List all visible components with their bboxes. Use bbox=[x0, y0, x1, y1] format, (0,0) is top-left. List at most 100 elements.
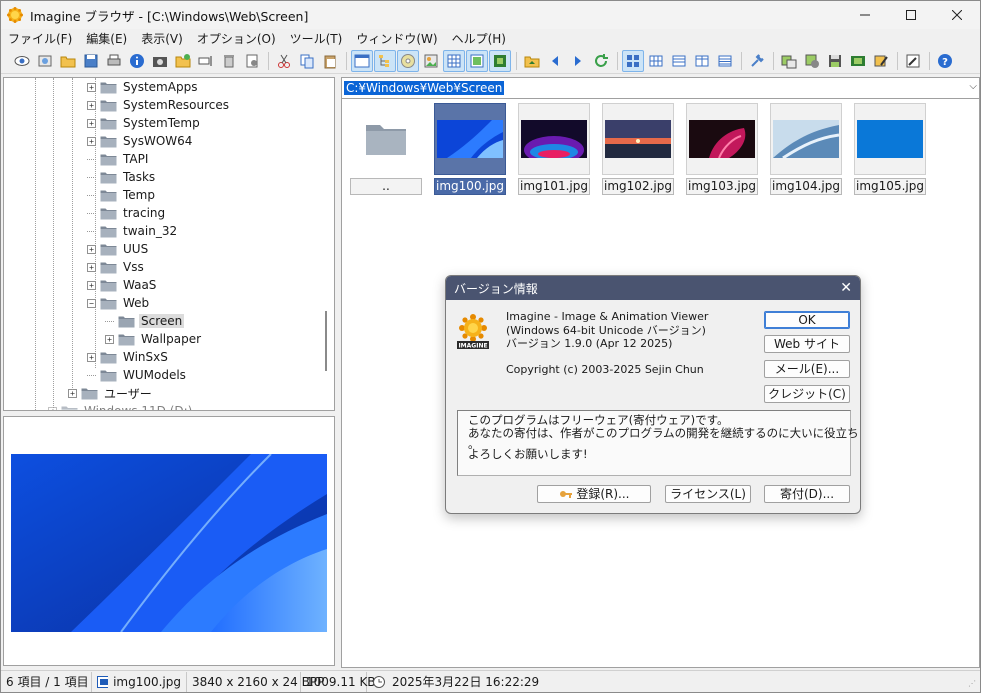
toolbar-info-button[interactable] bbox=[126, 50, 148, 72]
address-path[interactable]: C:¥Windows¥Web¥Screen bbox=[344, 81, 505, 95]
thumbnail-frame[interactable] bbox=[434, 103, 506, 175]
chevron-down-icon[interactable]: ⌵ bbox=[969, 81, 977, 92]
tree-item[interactable]: + SystemResources bbox=[87, 96, 231, 114]
thumbnail-item[interactable]: img101.jpg bbox=[518, 103, 590, 195]
thumbnail-frame[interactable] bbox=[602, 103, 674, 175]
minimize-button[interactable] bbox=[842, 1, 888, 29]
tree-item[interactable]: + WinSxS bbox=[87, 348, 170, 366]
toolbar-panel-button[interactable] bbox=[351, 50, 373, 72]
toolbar-image-button[interactable] bbox=[489, 50, 511, 72]
thumbnail-item[interactable]: .. bbox=[350, 103, 422, 195]
menu-options[interactable]: オプション(O) bbox=[190, 29, 283, 49]
expand-icon[interactable]: + bbox=[87, 82, 96, 92]
credit-button[interactable]: クレジット(C) bbox=[764, 385, 850, 403]
website-button[interactable]: Web サイト bbox=[764, 335, 850, 353]
toolbar-convert-button[interactable] bbox=[778, 50, 800, 72]
address-bar[interactable]: C:¥Windows¥Web¥Screen ⌵ bbox=[341, 77, 980, 99]
tree-scrollbar[interactable] bbox=[319, 78, 334, 410]
tree-item[interactable]: WUModels bbox=[87, 366, 188, 384]
expand-icon[interactable]: + bbox=[87, 262, 96, 272]
expand-icon[interactable]: + bbox=[87, 100, 96, 110]
toolbar-tree-button[interactable] bbox=[374, 50, 396, 72]
thumbnail-item[interactable]: img103.jpg bbox=[686, 103, 758, 195]
menu-edit[interactable]: 編集(E) bbox=[79, 29, 134, 49]
toolbar-open-button[interactable] bbox=[57, 50, 79, 72]
folder-tree[interactable]: + SystemApps + SystemResources + SystemTemp + S… bbox=[3, 77, 335, 411]
donate-button[interactable]: 寄付(D)... bbox=[764, 485, 850, 503]
expand-icon[interactable]: + bbox=[87, 244, 96, 254]
register-button[interactable]: 登録(R)... bbox=[537, 485, 651, 503]
tree-scrollbar-thumb[interactable] bbox=[325, 311, 327, 371]
tree-item[interactable]: + Vss bbox=[87, 258, 146, 276]
tree-item[interactable]: twain_32 bbox=[87, 222, 179, 240]
toolbar-refresh-button[interactable] bbox=[590, 50, 612, 72]
close-button[interactable] bbox=[934, 1, 980, 29]
expand-icon[interactable]: + bbox=[87, 136, 96, 146]
tree-item[interactable]: tracing bbox=[87, 204, 167, 222]
mail-button[interactable]: メール(E)... bbox=[764, 360, 850, 378]
tree-item[interactable]: Tasks bbox=[87, 168, 157, 186]
expand-icon[interactable]: + bbox=[87, 352, 96, 362]
thumbnail-caption[interactable]: img101.jpg bbox=[518, 178, 590, 195]
menu-file[interactable]: ファイル(F) bbox=[1, 29, 79, 49]
toolbar-forward-button[interactable] bbox=[567, 50, 589, 72]
maximize-button[interactable] bbox=[888, 1, 934, 29]
tree-item[interactable]: + Windows 11D (D:) bbox=[48, 402, 194, 410]
toolbar-help-button[interactable]: ? bbox=[934, 50, 956, 72]
dialog-close-icon[interactable]: ✕ bbox=[840, 280, 852, 296]
tree-item[interactable]: + WaaS bbox=[87, 276, 158, 294]
tree-item[interactable]: + Wallpaper bbox=[105, 330, 203, 348]
thumbnail-item[interactable]: img104.jpg bbox=[770, 103, 842, 195]
toolbar-preview-button[interactable] bbox=[466, 50, 488, 72]
toolbar-copy-button[interactable] bbox=[296, 50, 318, 72]
resize-grip-icon[interactable]: ⋰ bbox=[968, 679, 976, 688]
collapse-icon[interactable]: − bbox=[87, 298, 96, 308]
thumbnail-item[interactable]: img100.jpg bbox=[434, 103, 506, 195]
toolbar-cd-button[interactable] bbox=[397, 50, 419, 72]
thumbnail-caption[interactable]: img102.jpg bbox=[602, 178, 674, 195]
thumbnail-frame[interactable] bbox=[770, 103, 842, 175]
toolbar-slideshow-button[interactable] bbox=[420, 50, 442, 72]
toolbar-browse-button[interactable] bbox=[34, 50, 56, 72]
toolbar-thumb-small-button[interactable] bbox=[645, 50, 667, 72]
toolbar-report-button[interactable] bbox=[714, 50, 736, 72]
toolbar-options-button[interactable] bbox=[902, 50, 924, 72]
toolbar-back-button[interactable] bbox=[544, 50, 566, 72]
expand-icon[interactable]: + bbox=[87, 118, 96, 128]
thumbnail-frame[interactable] bbox=[350, 103, 422, 175]
tree-item[interactable]: − Web bbox=[87, 294, 151, 312]
thumbnail-frame[interactable] bbox=[686, 103, 758, 175]
tree-item[interactable]: Screen bbox=[105, 312, 185, 330]
toolbar-edit-button[interactable] bbox=[870, 50, 892, 72]
toolbar-list-button[interactable] bbox=[668, 50, 690, 72]
thumbnail-item[interactable]: img102.jpg bbox=[602, 103, 674, 195]
tree-item[interactable]: Temp bbox=[87, 186, 157, 204]
toolbar-capture-button[interactable] bbox=[149, 50, 171, 72]
tree-item[interactable]: + SystemApps bbox=[87, 78, 199, 96]
toolbar-grid-button[interactable] bbox=[443, 50, 465, 72]
toolbar-film-button[interactable] bbox=[847, 50, 869, 72]
tree-item[interactable]: TAPI bbox=[87, 150, 150, 168]
expand-icon[interactable]: + bbox=[68, 388, 77, 398]
menu-tools[interactable]: ツール(T) bbox=[283, 29, 350, 49]
toolbar-newfolder-button[interactable] bbox=[172, 50, 194, 72]
tree-item[interactable]: + SystemTemp bbox=[87, 114, 202, 132]
thumbnail-item[interactable]: img105.jpg bbox=[854, 103, 926, 195]
toolbar-print-button[interactable] bbox=[103, 50, 125, 72]
thumbnail-frame[interactable] bbox=[518, 103, 590, 175]
toolbar-tools-button[interactable] bbox=[746, 50, 768, 72]
expand-icon[interactable]: + bbox=[105, 334, 114, 344]
tree-item[interactable]: + SysWOW64 bbox=[87, 132, 194, 150]
toolbar-thumb-large-button[interactable] bbox=[622, 50, 644, 72]
toolbar-batch-button[interactable] bbox=[801, 50, 823, 72]
toolbar-rename-button[interactable] bbox=[195, 50, 217, 72]
toolbar-delete-button[interactable] bbox=[218, 50, 240, 72]
thumbnail-caption[interactable]: .. bbox=[350, 178, 422, 195]
toolbar-paste-button[interactable] bbox=[319, 50, 341, 72]
thumbnail-caption[interactable]: img100.jpg bbox=[434, 178, 506, 195]
thumbnail-caption[interactable]: img105.jpg bbox=[854, 178, 926, 195]
menu-view[interactable]: 表示(V) bbox=[134, 29, 190, 49]
toolbar-view-button[interactable] bbox=[11, 50, 33, 72]
menu-window[interactable]: ウィンドウ(W) bbox=[349, 29, 444, 49]
thumbnail-caption[interactable]: img103.jpg bbox=[686, 178, 758, 195]
